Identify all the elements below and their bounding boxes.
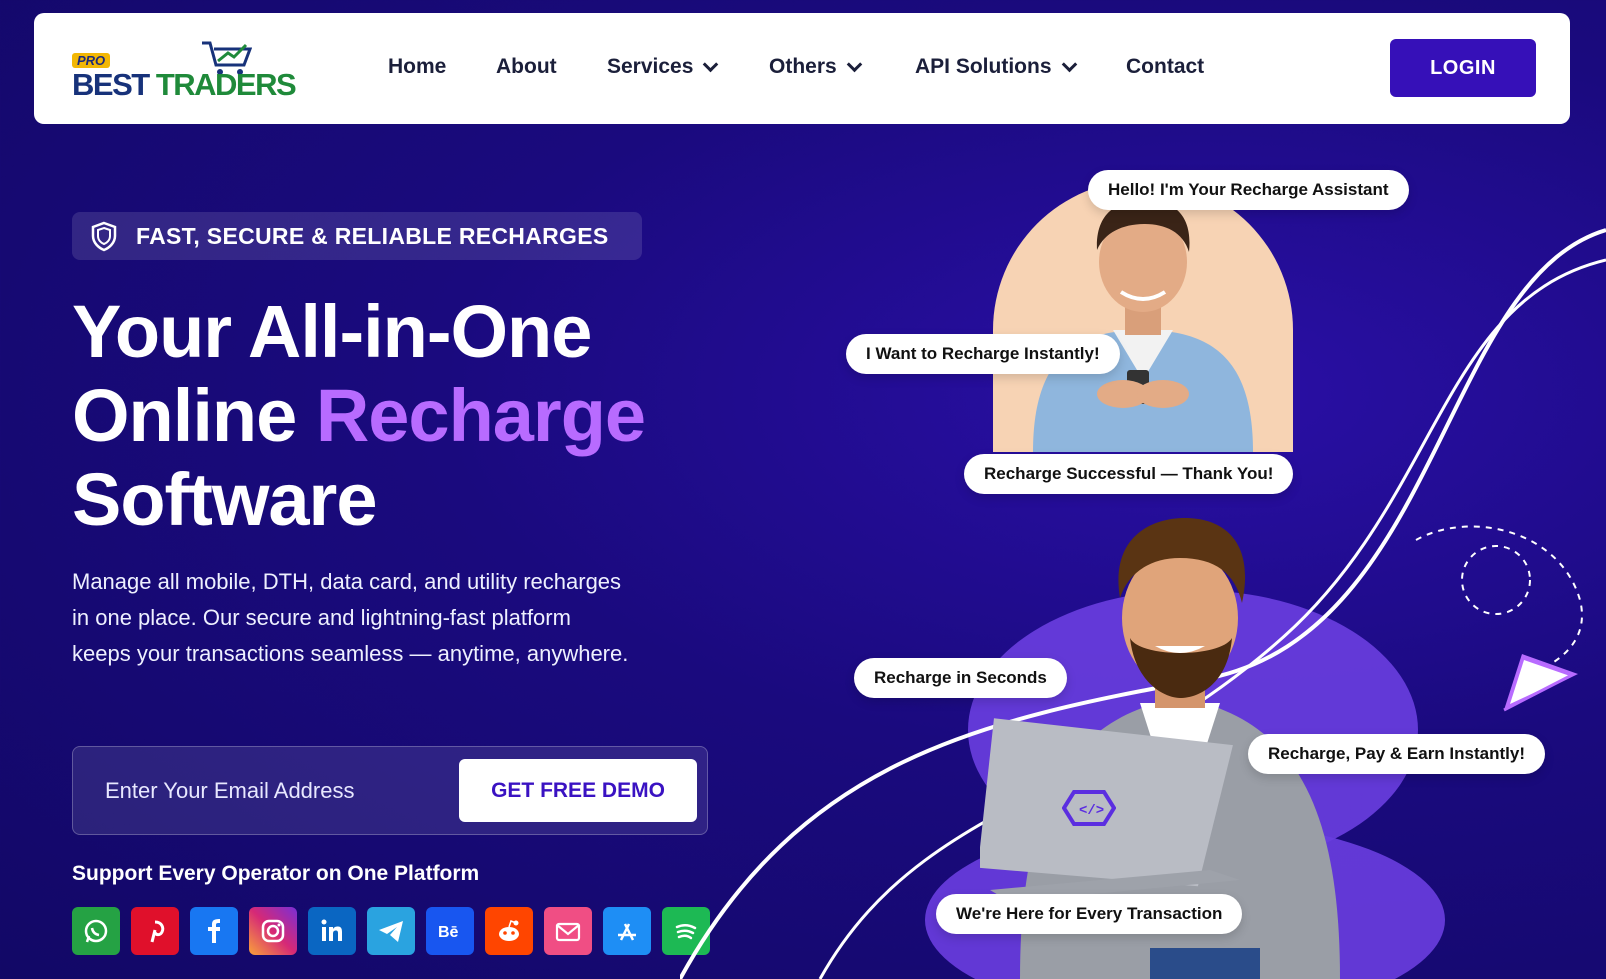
badge-text: FAST, SECURE & RELIABLE RECHARGES <box>136 222 609 249</box>
reddit-icon[interactable] <box>485 907 533 955</box>
instagram-icon[interactable] <box>249 907 297 955</box>
nav-item-contact[interactable]: Contact <box>1126 55 1204 79</box>
chat-bubble-recharge-success: Recharge Successful — Thank You! <box>964 454 1294 494</box>
behance-icon[interactable]: Bē <box>426 907 474 955</box>
hero-headline: Your All-in-One Online Recharge Software <box>72 290 646 542</box>
appstore-icon[interactable] <box>603 907 651 955</box>
linkedin-icon[interactable] <box>308 907 356 955</box>
chat-bubble-recharge-request: I Want to Recharge Instantly! <box>846 334 1120 374</box>
chevron-down-icon <box>703 56 719 72</box>
chat-bubble-recharge-seconds: Recharge in Seconds <box>854 658 1067 698</box>
paper-plane-icon <box>1503 654 1578 712</box>
chevron-down-icon <box>846 56 862 72</box>
nav-item-services[interactable]: Services <box>607 55 719 79</box>
nav-item-about[interactable]: About <box>496 55 557 79</box>
headline-line-1: Your All-in-One <box>72 290 592 373</box>
social-icons: Bē <box>72 907 710 955</box>
headline-line-3: Software <box>72 458 378 541</box>
nav-item-others[interactable]: Others <box>769 55 862 79</box>
chevron-down-icon <box>1061 56 1077 72</box>
nav-links: Home About Services Others API Solutions… <box>34 13 1570 124</box>
nav-item-home[interactable]: Home <box>388 55 446 79</box>
email-input[interactable] <box>87 761 447 821</box>
chat-bubble-pay-earn: Recharge, Pay & Earn Instantly! <box>1248 734 1545 774</box>
get-free-demo-button[interactable]: GET FREE DEMO <box>459 759 697 822</box>
mail-icon[interactable] <box>544 907 592 955</box>
email-signup-form: GET FREE DEMO <box>72 746 708 835</box>
top-navbar: PRO BEST TRADERS Home About Services Oth… <box>34 13 1570 124</box>
chat-bubble-every-transaction: We're Here for Every Transaction <box>936 894 1243 934</box>
chat-bubble-assistant-greeting: Hello! I'm Your Recharge Assistant <box>1088 170 1409 210</box>
svg-text:Bē: Bē <box>438 924 459 941</box>
headline-accent: Recharge <box>315 374 646 457</box>
telegram-icon[interactable] <box>367 907 415 955</box>
login-button[interactable]: LOGIN <box>1390 39 1536 97</box>
svg-text:</>: </> <box>1079 803 1104 819</box>
shield-icon <box>91 221 117 252</box>
hero-badge: FAST, SECURE & RELIABLE RECHARGES <box>72 212 642 260</box>
facebook-icon[interactable] <box>190 907 238 955</box>
hero-description: Manage all mobile, DTH, data card, and u… <box>72 569 629 666</box>
whatsapp-icon[interactable] <box>72 907 120 955</box>
headline-line-2: Online <box>72 374 316 457</box>
nav-item-api-solutions[interactable]: API Solutions <box>915 55 1077 79</box>
code-hexagon-icon: </> <box>1062 790 1116 826</box>
pinterest-icon[interactable] <box>131 907 179 955</box>
support-title: Support Every Operator on One Platform <box>72 862 480 885</box>
